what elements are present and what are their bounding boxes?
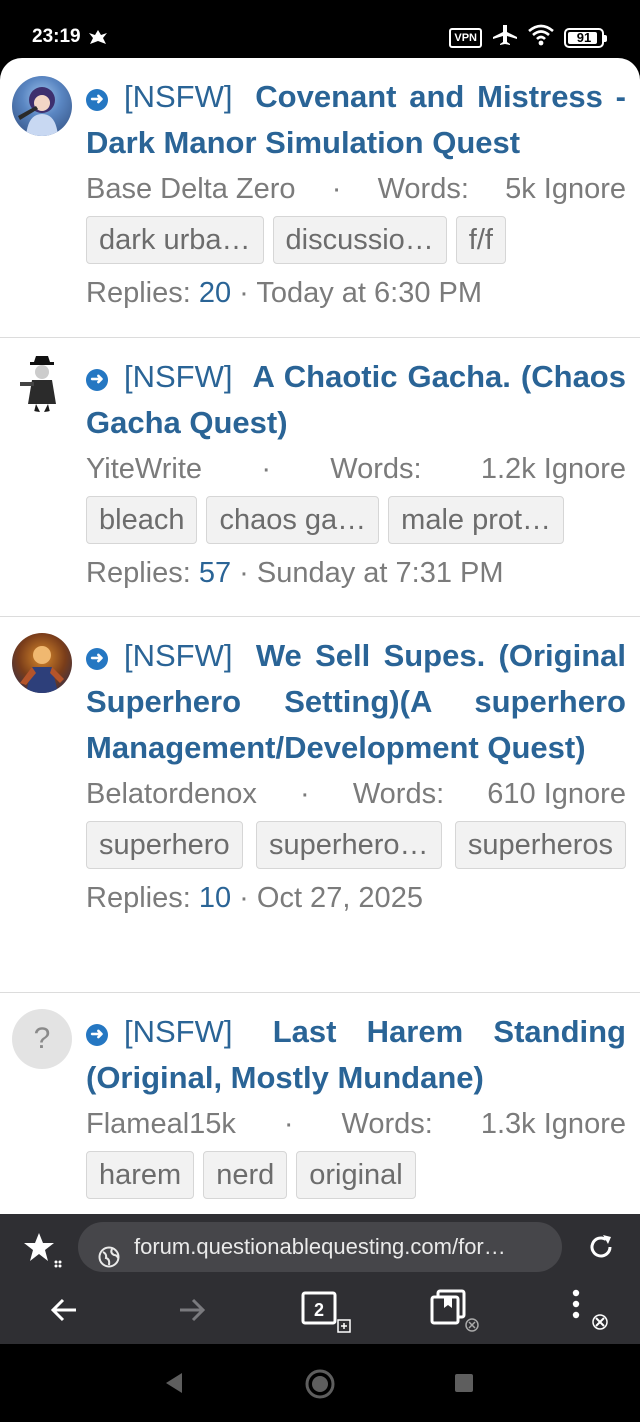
- arrow-right-circle-icon: ➜: [86, 648, 108, 670]
- avatar[interactable]: [12, 76, 72, 136]
- back-arrow-icon[interactable]: [48, 1294, 80, 1331]
- thread-item[interactable]: ➜ [NSFW] A Chaotic Gacha. (Chaos Gacha Qu…: [0, 338, 640, 617]
- tag[interactable]: harem: [86, 1151, 195, 1199]
- word-count: 5k: [505, 173, 536, 205]
- separator-dot: ·: [283, 1108, 294, 1140]
- thread-prefix[interactable]: [NSFW]: [124, 359, 233, 394]
- tag[interactable]: chaos ga…: [206, 496, 380, 544]
- word-count: 1.3k: [480, 1108, 536, 1140]
- last-post-date[interactable]: Oct 27, 2025: [257, 882, 423, 914]
- thread-author[interactable]: Base Delta Zero: [86, 166, 296, 212]
- system-nav-bar: [0, 1344, 640, 1422]
- ignore-button[interactable]: Ignore: [544, 778, 626, 810]
- tag[interactable]: original: [296, 1151, 416, 1199]
- thread-item[interactable]: ? ➜ [NSFW] Last Harem Standing (Original,…: [0, 993, 640, 1214]
- battery-percent: 91: [576, 30, 592, 45]
- word-count: 610: [487, 778, 536, 810]
- words-label: Words:: [341, 1108, 433, 1140]
- separator-dot: ·: [300, 778, 310, 810]
- globe-icon: [98, 1236, 120, 1272]
- tag-list: dark urba… discussio… f/f: [86, 216, 626, 264]
- thread-replies: Replies: 57 · Sunday at 7:31 PM: [86, 557, 504, 589]
- browser-nav-row: 2: [0, 1289, 640, 1334]
- separator-dot: ·: [331, 173, 342, 205]
- address-bar[interactable]: forum.questionablequesting.com/for…: [78, 1222, 562, 1272]
- tag-list: harem nerd original: [86, 1151, 626, 1199]
- tag[interactable]: superhero: [86, 821, 243, 869]
- tab-count: 2: [314, 1300, 324, 1320]
- separator-dot: ·: [261, 453, 271, 485]
- avatar[interactable]: [12, 633, 72, 693]
- thread-title[interactable]: ➜ [NSFW] We Sell Supes. (Original Superhe…: [86, 633, 626, 771]
- more-menu-icon[interactable]: [566, 1288, 614, 1339]
- tag[interactable]: nerd: [203, 1151, 288, 1199]
- status-bar: 23:19 VPN 91: [0, 0, 640, 64]
- system-home-icon[interactable]: [304, 1368, 336, 1405]
- words-label: Words:: [377, 173, 469, 205]
- tag-list: bleach chaos ga… male prot…: [86, 496, 626, 544]
- tag[interactable]: dark urba…: [86, 216, 264, 264]
- tag[interactable]: f/f: [455, 216, 506, 264]
- tag[interactable]: male prot…: [388, 496, 565, 544]
- forward-arrow-icon[interactable]: [176, 1294, 208, 1331]
- thread-item[interactable]: ➜ [NSFW] We Sell Supes. (Original Superhe…: [0, 617, 640, 993]
- thread-meta: YiteWrite · Words: 1.2k Ignore: [86, 446, 626, 492]
- thread-list: ➜ [NSFW] Covenant and Mistress - Dark Man…: [0, 58, 640, 1214]
- reload-icon[interactable]: [586, 1232, 616, 1267]
- tag[interactable]: discussio…: [272, 216, 447, 264]
- last-post-date[interactable]: Sunday at 7:31 PM: [257, 557, 504, 589]
- arrow-right-circle-icon: ➜: [86, 369, 108, 391]
- vpn-icon: VPN: [449, 27, 482, 48]
- ignore-button[interactable]: Ignore: [544, 1108, 626, 1140]
- browser-toolbar: forum.questionablequesting.com/for… 2: [0, 1214, 640, 1344]
- thread-item[interactable]: ➜ [NSFW] Covenant and Mistress - Dark Man…: [0, 58, 640, 338]
- arrow-right-circle-icon: ➜: [86, 89, 108, 111]
- thread-meta: Flameal15k · Words: 1.3k Ignore: [86, 1101, 626, 1147]
- replies-label: Replies:: [86, 277, 191, 309]
- reply-count[interactable]: 57: [199, 557, 231, 589]
- ignore-button[interactable]: Ignore: [544, 173, 626, 205]
- word-count: 1.2k: [480, 453, 536, 485]
- reply-count[interactable]: 20: [199, 277, 231, 309]
- arrow-right-circle-icon: ➜: [86, 1024, 108, 1046]
- thread-prefix[interactable]: [NSFW]: [124, 638, 233, 673]
- avatar[interactable]: [12, 352, 72, 412]
- thread-title[interactable]: ➜ [NSFW] Covenant and Mistress - Dark Man…: [86, 74, 626, 166]
- battery-icon: 91: [564, 27, 607, 48]
- tag[interactable]: superheros: [454, 821, 626, 869]
- system-back-icon[interactable]: [162, 1371, 186, 1400]
- thread-title[interactable]: ➜ [NSFW] Last Harem Standing (Original, M…: [86, 1009, 626, 1101]
- reply-count[interactable]: 10: [199, 882, 231, 914]
- thread-replies: Replies: 10 · Oct 27, 2025: [86, 882, 423, 914]
- airplane-icon: [492, 24, 518, 51]
- ignore-button[interactable]: Ignore: [544, 453, 626, 485]
- tabs-icon[interactable]: 2: [300, 1290, 354, 1339]
- thread-author[interactable]: Belatordenox: [86, 771, 257, 817]
- wifi-icon: [528, 24, 554, 51]
- last-post-date[interactable]: Today at 6:30 PM: [256, 277, 482, 309]
- clock: 23:19: [32, 26, 81, 47]
- thread-prefix[interactable]: [NSFW]: [124, 79, 233, 114]
- words-label: Words:: [352, 778, 445, 810]
- thread-prefix[interactable]: [NSFW]: [124, 1014, 233, 1049]
- thread-replies: Replies: 20 · Today at 6:30 PM: [86, 277, 483, 309]
- tag-list: superhero superhero… superheros: [86, 821, 626, 869]
- replies-label: Replies:: [86, 882, 191, 914]
- tag[interactable]: bleach: [86, 496, 198, 544]
- system-recents-icon[interactable]: [454, 1373, 474, 1398]
- url-text[interactable]: forum.questionablequesting.com/for…: [134, 1234, 506, 1259]
- avatar[interactable]: ?: [12, 1009, 72, 1069]
- thread-author[interactable]: YiteWrite: [86, 446, 202, 492]
- thread-meta: Base Delta Zero · Words: 5k Ignore: [86, 166, 626, 212]
- thread-title[interactable]: ➜ [NSFW] A Chaotic Gacha. (Chaos Gacha Qu…: [86, 354, 626, 446]
- replies-label: Replies:: [86, 557, 191, 589]
- bookmark-star-icon[interactable]: [22, 1230, 62, 1275]
- words-label: Words:: [330, 453, 422, 485]
- thread-author[interactable]: Flameal15k: [86, 1101, 236, 1147]
- collections-icon[interactable]: [430, 1288, 484, 1339]
- thread-meta: Belatordenox · Words: 610 Ignore: [86, 771, 626, 817]
- tag[interactable]: superhero…: [255, 821, 442, 869]
- notification-bird-icon: [88, 28, 108, 51]
